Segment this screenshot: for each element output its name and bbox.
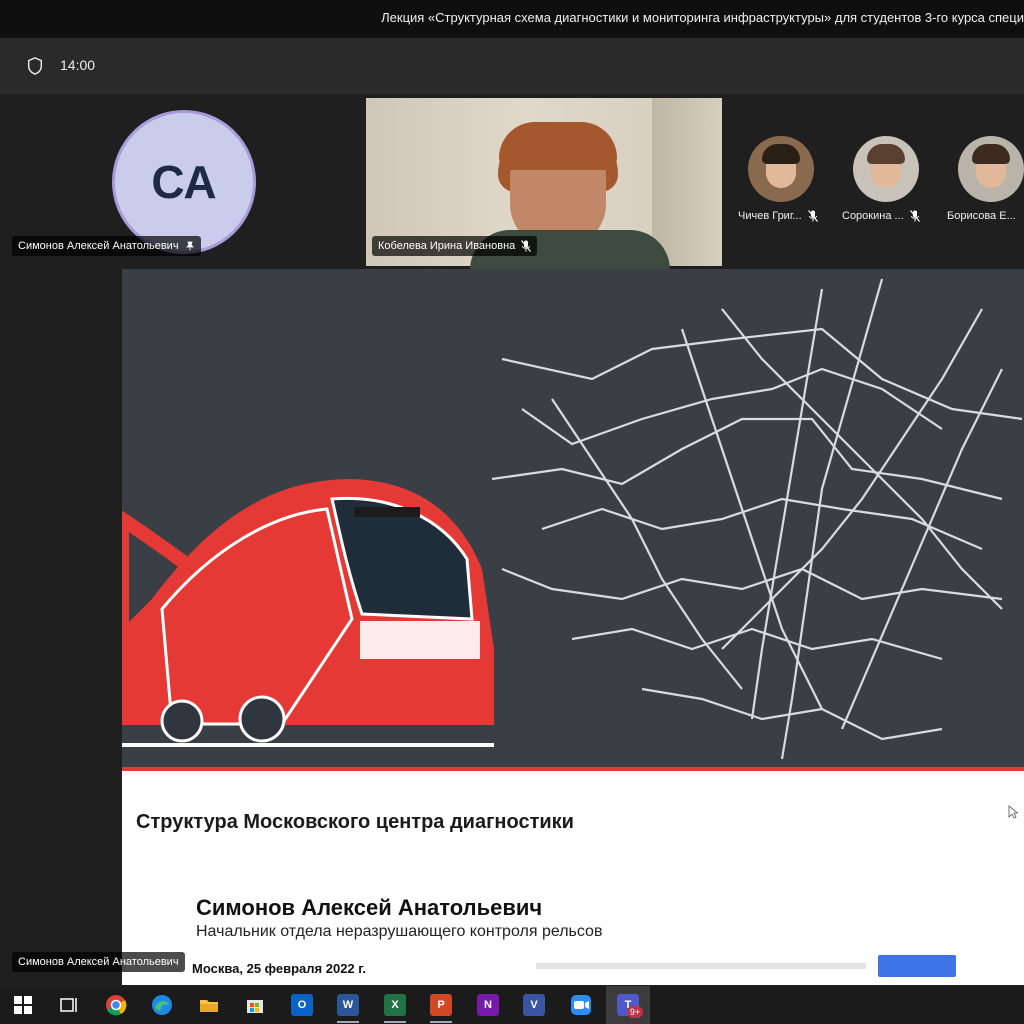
zoom-icon[interactable] [570, 994, 592, 1016]
avatar: СА [112, 110, 256, 254]
presenter-name: Симонов Алексей Анатольевич [18, 240, 179, 252]
chrome-icon[interactable] [105, 994, 127, 1016]
slide-date: Москва, 25 февраля 2022 г. [192, 961, 366, 976]
thumbnail-label: Сорокина ... [842, 210, 920, 222]
thumbnail-hair [972, 144, 1010, 164]
thumbnail-name: Чичев Григ... [738, 210, 802, 222]
mic-muted-icon [807, 210, 818, 222]
slide-speaker-role: Начальник отдела неразрушающего контроля… [196, 923, 603, 940]
edge-icon[interactable] [151, 994, 173, 1016]
shield-icon[interactable] [26, 57, 44, 75]
thumbnail-label: Борисова Е... [947, 210, 1016, 222]
powerpoint-running-indicator [430, 1021, 452, 1023]
windows-taskbar: O W X P N V T 9+ [0, 986, 1024, 1024]
presenter-name-chip: Симонов Алексей Анатольевич [12, 236, 201, 256]
slide-overlay-bar [536, 963, 866, 969]
meeting-toolbar: 14:00 [0, 38, 1024, 94]
active-video-name-chip: Кобелева Ирина Ивановна [372, 236, 538, 256]
teams-notification-badge: 9+ [627, 1006, 643, 1018]
excel-icon[interactable]: X [384, 994, 406, 1016]
mic-muted-icon [909, 210, 920, 222]
meeting-duration: 14:00 [60, 57, 96, 73]
pin-icon [185, 241, 194, 251]
participant-thumbnail[interactable] [853, 136, 919, 202]
onenote-icon[interactable]: N [477, 994, 499, 1016]
participant-video-hair-top [499, 122, 617, 170]
screen-share-name-chip: Симонов Алексей Анатольевич [12, 952, 185, 972]
screen-share-name: Симонов Алексей Анатольевич [18, 956, 179, 968]
participant-thumbnail[interactable] [958, 136, 1024, 202]
avatar-initials: СА [151, 156, 217, 208]
railway-map-illustration [122, 278, 1023, 760]
outlook-icon[interactable]: O [291, 994, 313, 1016]
file-explorer-icon[interactable] [198, 994, 220, 1016]
active-video-name: Кобелева Ирина Ивановна [378, 240, 516, 252]
slide-speaker-name: Симонов Алексей Анатольевич [196, 895, 543, 920]
thumbnail-label: Чичев Григ... [738, 210, 818, 222]
mouse-cursor-icon [1008, 805, 1018, 819]
thumbnail-hair [762, 144, 800, 164]
word-running-indicator [337, 1021, 359, 1023]
mic-muted-icon [521, 240, 532, 252]
windows-start-icon[interactable] [12, 994, 34, 1016]
slide-accent-line [122, 767, 1024, 771]
slide-hero-image [122, 269, 1024, 769]
thumbnail-hair [867, 144, 905, 164]
visio-icon[interactable]: V [523, 994, 545, 1016]
word-icon[interactable]: W [337, 994, 359, 1016]
store-icon[interactable] [244, 994, 266, 1016]
participant-thumbnail[interactable] [748, 136, 814, 202]
task-view-icon[interactable] [58, 994, 80, 1016]
thumbnail-name: Сорокина ... [842, 210, 904, 222]
excel-running-indicator [384, 1021, 406, 1023]
thumbnail-name: Борисова Е... [947, 210, 1016, 222]
slide-heading: Структура Московского центра диагностики [136, 811, 574, 833]
powerpoint-icon[interactable]: P [430, 994, 452, 1016]
shared-screen[interactable]: Структура Московского центра диагностики… [122, 269, 1024, 985]
window-titlebar: Лекция «Структурная схема диагностики и … [0, 0, 1024, 38]
video-curtain [652, 98, 722, 266]
meeting-title: Лекция «Структурная схема диагностики и … [381, 10, 1024, 25]
slide-overlay-button[interactable] [878, 955, 956, 977]
